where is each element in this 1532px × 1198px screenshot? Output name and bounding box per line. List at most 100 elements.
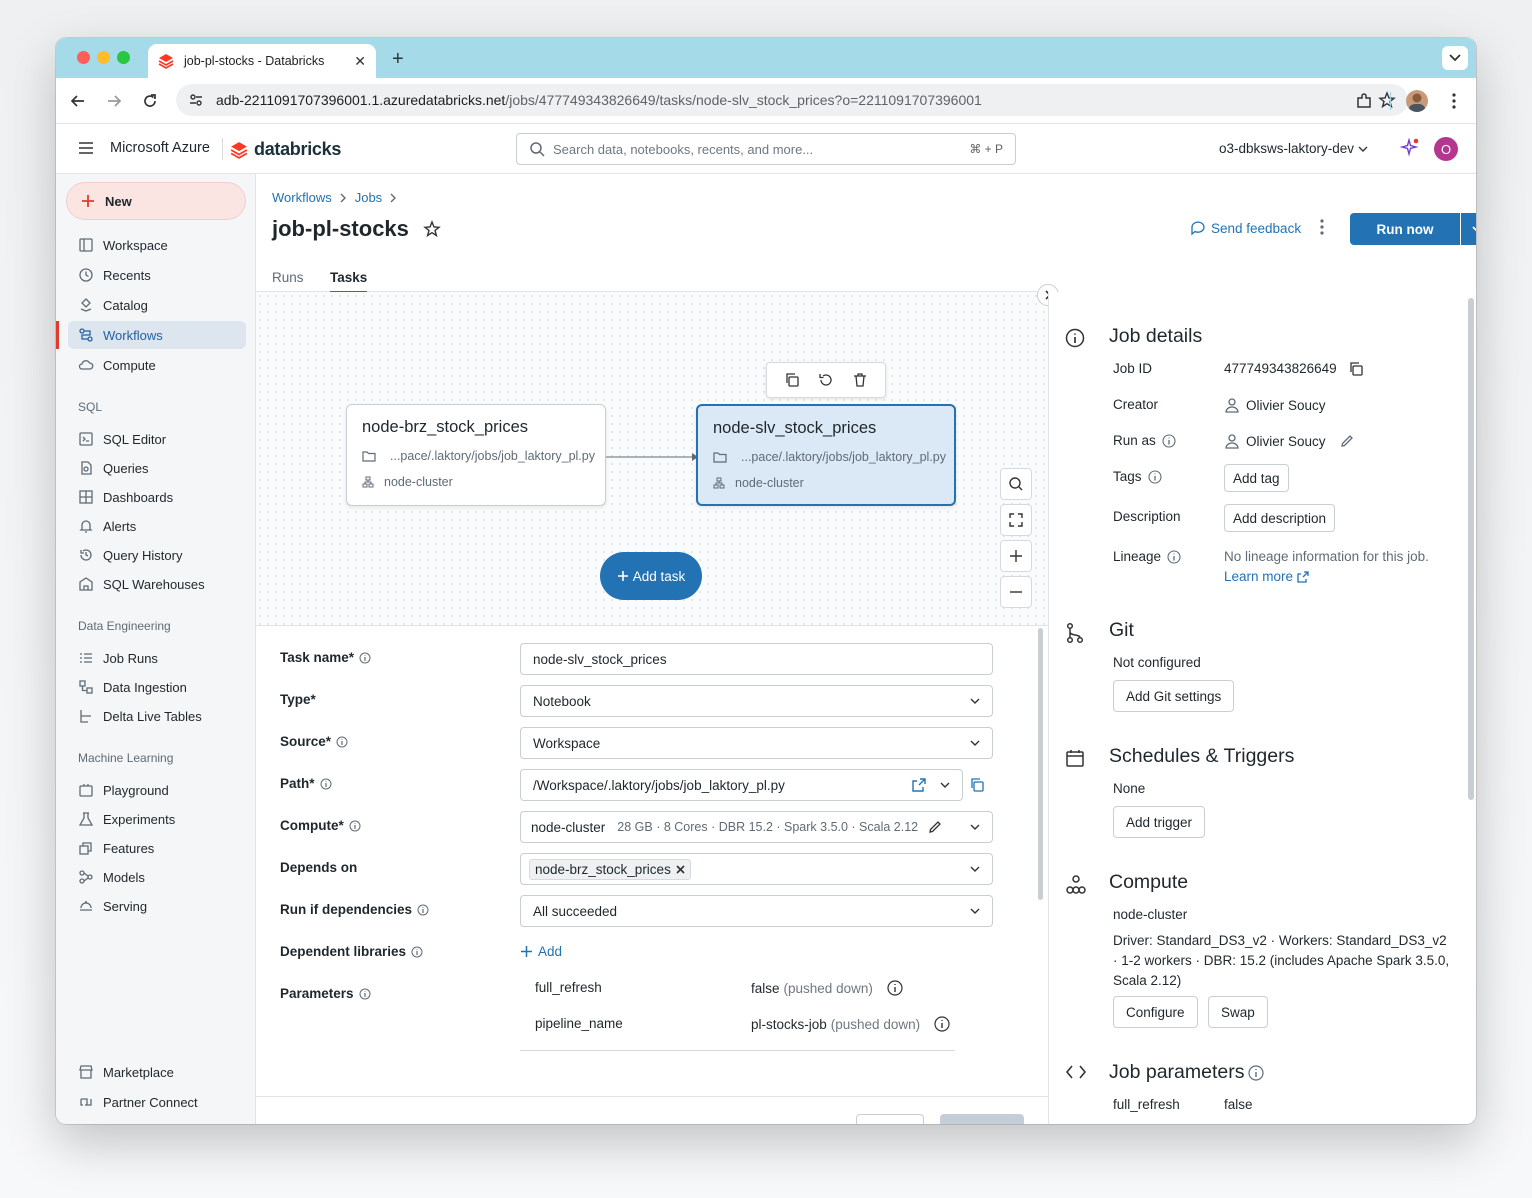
sidebar-item-query-history[interactable]: Query History bbox=[68, 541, 246, 569]
info-icon[interactable] bbox=[1162, 433, 1176, 448]
chevron-down-icon[interactable] bbox=[940, 782, 950, 788]
task-node-brz[interactable]: node-brz_stock_prices ...pace/.laktory/j… bbox=[346, 404, 606, 506]
forward-icon[interactable] bbox=[104, 91, 124, 111]
depends-on-select[interactable]: node-brz_stock_prices bbox=[520, 853, 993, 885]
info-icon[interactable] bbox=[359, 652, 371, 664]
maximize-window-button[interactable] bbox=[117, 51, 130, 64]
open-external-icon[interactable] bbox=[912, 778, 926, 792]
reset-icon[interactable] bbox=[818, 372, 834, 388]
breadcrumb-jobs[interactable]: Jobs bbox=[355, 190, 382, 205]
tab-search-button[interactable] bbox=[1442, 46, 1468, 70]
assistant-sparkle-icon[interactable] bbox=[1400, 138, 1420, 158]
info-icon[interactable] bbox=[887, 980, 903, 996]
compute-select[interactable]: node-cluster 28 GB · 8 Cores · DBR 15.2 … bbox=[520, 811, 993, 843]
info-icon[interactable] bbox=[934, 1016, 950, 1032]
source-select[interactable]: Workspace bbox=[520, 727, 993, 759]
info-icon[interactable] bbox=[349, 820, 361, 832]
sidebar-item-partner-connect[interactable]: Partner Connect bbox=[68, 1088, 246, 1116]
add-tag-button[interactable]: Add tag bbox=[1224, 464, 1289, 492]
tab-tasks[interactable]: Tasks bbox=[330, 270, 368, 294]
sidebar-item-job-runs[interactable]: Job Runs bbox=[68, 644, 246, 672]
add-description-button[interactable]: Add description bbox=[1224, 504, 1336, 532]
extensions-icon[interactable] bbox=[1354, 91, 1374, 111]
hamburger-menu-icon[interactable] bbox=[78, 141, 94, 155]
task-graph-canvas[interactable]: node-brz_stock_prices ...pace/.laktory/j… bbox=[256, 284, 1059, 626]
info-icon[interactable] bbox=[1167, 549, 1181, 564]
bookmark-star-icon[interactable] bbox=[1378, 91, 1396, 109]
pencil-icon[interactable] bbox=[928, 820, 942, 834]
sidebar-item-dashboards[interactable]: Dashboards bbox=[68, 483, 246, 511]
reload-icon[interactable] bbox=[140, 91, 160, 111]
learn-more-link[interactable]: Learn more bbox=[1224, 569, 1309, 584]
sidebar-item-features[interactable]: Features bbox=[68, 834, 246, 862]
workspace-switcher[interactable]: o3-dbksws-laktory-dev bbox=[1219, 141, 1368, 156]
add-library-button[interactable]: Add bbox=[520, 944, 562, 959]
minimize-window-button[interactable] bbox=[97, 51, 110, 64]
sidebar-item-playground[interactable]: Playground bbox=[68, 776, 246, 804]
profile-avatar[interactable] bbox=[1406, 90, 1428, 112]
fit-view-button[interactable] bbox=[1000, 504, 1032, 536]
info-icon[interactable] bbox=[1248, 1064, 1265, 1081]
address-bar[interactable]: adb-2211091707396001.1.azuredatabricks.n… bbox=[176, 84, 1408, 116]
more-options-icon[interactable] bbox=[1320, 218, 1324, 236]
sidebar-item-catalog[interactable]: Catalog bbox=[68, 291, 246, 319]
sidebar-item-experiments[interactable]: Experiments bbox=[68, 805, 246, 833]
job-title[interactable]: job-pl-stocks bbox=[272, 216, 409, 242]
breadcrumb-workflows[interactable]: Workflows bbox=[272, 190, 332, 205]
sidebar-item-delta-live-tables[interactable]: Delta Live Tables bbox=[68, 702, 246, 730]
copy-icon[interactable] bbox=[1349, 361, 1363, 376]
zoom-out-button[interactable] bbox=[1000, 576, 1032, 608]
path-input[interactable]: /Workspace/.laktory/jobs/job_laktory_pl.… bbox=[520, 769, 963, 801]
run-now-button[interactable]: Run now bbox=[1350, 213, 1460, 245]
panel-scrollbar[interactable] bbox=[1468, 298, 1474, 800]
sidebar-item-data-ingestion[interactable]: Data Ingestion bbox=[68, 673, 246, 701]
site-info-icon[interactable] bbox=[188, 92, 204, 108]
browser-tab[interactable]: job-pl-stocks - Databricks ✕ bbox=[148, 44, 376, 78]
sidebar-item-serving[interactable]: Serving bbox=[68, 892, 246, 920]
info-icon[interactable] bbox=[411, 946, 423, 958]
add-trigger-button[interactable]: Add trigger bbox=[1113, 806, 1206, 838]
run-if-select[interactable]: All succeeded bbox=[520, 895, 993, 927]
sidebar-item-compute[interactable]: Compute bbox=[68, 351, 246, 379]
sidebar-item-queries[interactable]: Queries bbox=[68, 454, 246, 482]
sidebar-item-workspace[interactable]: Workspace bbox=[68, 231, 246, 259]
global-search-input[interactable]: Search data, notebooks, recents, and mor… bbox=[516, 133, 1016, 165]
info-icon[interactable] bbox=[1147, 469, 1162, 484]
form-scrollbar[interactable] bbox=[1038, 628, 1043, 900]
swap-button[interactable]: Swap bbox=[1208, 996, 1268, 1028]
sidebar-item-alerts[interactable]: Alerts bbox=[68, 512, 246, 540]
sidebar-item-recents[interactable]: Recents bbox=[68, 261, 246, 289]
zoom-in-button[interactable] bbox=[1000, 540, 1032, 572]
info-icon[interactable] bbox=[359, 988, 371, 1000]
browser-menu-icon[interactable] bbox=[1444, 91, 1464, 111]
remove-chip-icon[interactable] bbox=[676, 864, 685, 874]
close-window-button[interactable] bbox=[77, 51, 90, 64]
close-tab-icon[interactable]: ✕ bbox=[354, 53, 366, 70]
task-name-input[interactable]: node-slv_stock_prices bbox=[520, 643, 993, 675]
send-feedback-link[interactable]: Send feedback bbox=[1190, 220, 1301, 236]
copy-path-icon[interactable] bbox=[970, 778, 984, 792]
sidebar-item-models[interactable]: Models bbox=[68, 863, 246, 891]
sidebar-item-sql-editor[interactable]: SQL Editor bbox=[68, 425, 246, 453]
new-button[interactable]: New bbox=[66, 182, 246, 220]
user-avatar[interactable]: O bbox=[1434, 137, 1458, 161]
save-task-button[interactable]: Save task bbox=[940, 1114, 1024, 1124]
info-icon[interactable] bbox=[320, 778, 332, 790]
info-icon[interactable] bbox=[417, 904, 429, 916]
trash-icon[interactable] bbox=[852, 372, 868, 388]
zoom-search-button[interactable] bbox=[1000, 468, 1032, 500]
task-node-slv[interactable]: node-slv_stock_prices ...pace/.laktory/j… bbox=[696, 404, 956, 506]
new-tab-button[interactable]: + bbox=[392, 48, 404, 71]
configure-button[interactable]: Configure bbox=[1113, 996, 1198, 1028]
sidebar-item-marketplace[interactable]: Marketplace bbox=[68, 1058, 246, 1086]
databricks-logo[interactable]: databricks bbox=[230, 139, 341, 160]
add-git-settings-button[interactable]: Add Git settings bbox=[1113, 680, 1235, 712]
back-icon[interactable] bbox=[68, 91, 88, 111]
type-select[interactable]: Notebook bbox=[520, 685, 993, 717]
favorite-star-icon[interactable] bbox=[423, 220, 441, 238]
pencil-icon[interactable] bbox=[1340, 434, 1354, 448]
cancel-button[interactable]: Cancel bbox=[856, 1114, 924, 1124]
add-task-button[interactable]: Add task bbox=[600, 552, 702, 600]
sidebar-item-workflows[interactable]: Workflows bbox=[68, 321, 246, 349]
info-icon[interactable] bbox=[336, 736, 348, 748]
